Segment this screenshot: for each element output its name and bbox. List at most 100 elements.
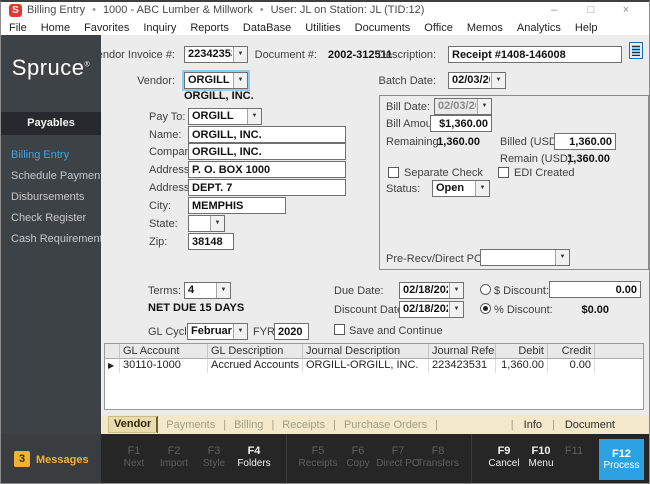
batch-date-picker[interactable]: 02/03/2020▼: [448, 72, 506, 89]
chevron-down-icon[interactable]: ▼: [449, 283, 463, 298]
sidebar-item-schedule-payments[interactable]: Schedule Payments: [1, 166, 109, 187]
remaining-value: 1,360.00: [437, 136, 480, 148]
fkey-f4-folders[interactable]: F4 Folders: [232, 445, 276, 475]
notes-list-icon[interactable]: [629, 42, 643, 59]
city-input[interactable]: [188, 197, 286, 214]
tab-document[interactable]: Document: [565, 419, 615, 431]
grid-data-row[interactable]: ▶ 30110-1000 Accrued Accounts Payable OR…: [105, 359, 643, 373]
chevron-down-icon[interactable]: ▼: [233, 73, 247, 88]
batch-date-label: Batch Date:: [378, 75, 436, 87]
menu-reports[interactable]: Reports: [190, 22, 229, 34]
bill-date-picker: 02/03/2020▼: [434, 98, 492, 115]
billed-usd-input[interactable]: [554, 133, 616, 150]
menu-memos[interactable]: Memos: [467, 22, 503, 34]
tab-separator: |: [333, 418, 336, 431]
fkey-f1-next: F1 Next: [123, 445, 145, 469]
chevron-down-icon[interactable]: ▼: [555, 250, 569, 265]
bill-amount-input[interactable]: [430, 115, 492, 132]
grid-selector-header: [105, 344, 120, 358]
fkey-f2-import: F2 Import: [159, 445, 189, 469]
dollar-discount-input[interactable]: [549, 281, 641, 298]
edi-created-checkbox[interactable]: [498, 167, 509, 178]
f12-process-button[interactable]: F12 Process: [599, 439, 644, 480]
chevron-down-icon[interactable]: ▼: [216, 283, 230, 298]
percent-discount-value: $0.00: [581, 304, 609, 316]
tab-purchase-orders[interactable]: Purchase Orders: [344, 419, 427, 431]
gl-cycle-combo[interactable]: February▼: [187, 323, 248, 340]
chevron-down-icon[interactable]: ▼: [247, 109, 261, 124]
tab-billing[interactable]: Billing: [234, 419, 263, 431]
tab-info[interactable]: Info: [524, 419, 542, 431]
chevron-down-icon[interactable]: ▼: [475, 181, 489, 196]
menu-database[interactable]: DataBase: [243, 22, 291, 34]
address2-input[interactable]: [188, 179, 346, 196]
minimize-icon[interactable]: –: [543, 2, 565, 19]
menu-help[interactable]: Help: [575, 22, 598, 34]
discount-date-picker[interactable]: 02/18/2020▼: [399, 301, 464, 318]
messages-panel[interactable]: 3 Messages: [1, 434, 101, 483]
fkey-f5-receipts: F5 Receipts: [298, 445, 338, 469]
menu-file[interactable]: File: [9, 22, 27, 34]
state-label: State:: [149, 218, 178, 230]
chevron-down-icon[interactable]: ▼: [233, 47, 247, 62]
row-selector-icon[interactable]: ▶: [105, 359, 120, 373]
menu-documents[interactable]: Documents: [355, 22, 411, 34]
chevron-down-icon[interactable]: ▼: [233, 324, 247, 339]
sidebar-item-cash-requirements[interactable]: Cash Requirements: [1, 229, 108, 250]
state-combo[interactable]: ▼: [188, 215, 225, 232]
vendor-combo[interactable]: ORGILL ▼: [184, 72, 248, 89]
spruce-logo: Spruce®: [11, 55, 91, 80]
menu-home[interactable]: Home: [41, 22, 70, 34]
sidebar-item-billing-entry[interactable]: Billing Entry: [1, 145, 101, 166]
address1-input[interactable]: [188, 161, 346, 178]
chevron-down-icon[interactable]: ▼: [449, 302, 463, 317]
chevron-down-icon[interactable]: ▼: [491, 73, 505, 88]
sidebar-item-disbursements[interactable]: Disbursements: [1, 187, 101, 208]
city-label: City:: [149, 200, 171, 212]
separate-check-checkbox[interactable]: [388, 167, 399, 178]
grid-col-gl-description[interactable]: GL Description: [208, 344, 303, 358]
pay-to-combo[interactable]: ORGILL ▼: [188, 108, 262, 125]
percent-discount-radio[interactable]: [480, 303, 491, 314]
fyr-input[interactable]: [274, 323, 309, 340]
grid-col-debit[interactable]: Debit: [496, 344, 548, 358]
cell-credit[interactable]: 0.00: [548, 359, 595, 373]
maximize-icon[interactable]: □: [580, 2, 602, 19]
cell-gl-account[interactable]: 30110-1000: [120, 359, 208, 373]
menu-inquiry[interactable]: Inquiry: [143, 22, 176, 34]
bill-date-label: Bill Date:: [386, 101, 431, 113]
vendor-label: Vendor:: [137, 75, 175, 87]
pre-recv-po-combo[interactable]: ▼: [480, 249, 570, 266]
status-combo[interactable]: Open ▼: [432, 180, 490, 197]
close-icon[interactable]: ×: [615, 2, 637, 19]
tab-receipts[interactable]: Receipts: [282, 419, 325, 431]
grid-col-gl-account[interactable]: GL Account: [120, 344, 208, 358]
tab-payments[interactable]: Payments: [166, 419, 215, 431]
dollar-discount-radio[interactable]: [480, 284, 491, 295]
menu-favorites[interactable]: Favorites: [84, 22, 129, 34]
terms-label: Terms:: [148, 285, 181, 297]
grid-col-journal-description[interactable]: Journal Description: [303, 344, 429, 358]
terms-combo[interactable]: 4 ▼: [184, 282, 231, 299]
edi-created-label: EDI Created: [514, 167, 575, 179]
grid-col-journal-reference[interactable]: Journal Reference: [429, 344, 496, 358]
grid-col-credit[interactable]: Credit: [548, 344, 595, 358]
description-input[interactable]: [448, 46, 622, 63]
cell-journal-description[interactable]: ORGILL-ORGILL, INC.: [303, 359, 429, 373]
vendor-invoice-combo[interactable]: 223423531▼: [184, 46, 248, 63]
company-input[interactable]: [188, 143, 346, 160]
message-count-badge: 3: [14, 451, 30, 467]
menu-analytics[interactable]: Analytics: [517, 22, 561, 34]
cell-gl-description[interactable]: Accrued Accounts Payable: [208, 359, 303, 373]
cell-journal-reference[interactable]: 223423531: [429, 359, 496, 373]
zip-input[interactable]: [188, 233, 234, 250]
due-date-picker[interactable]: 02/18/2020▼: [399, 282, 464, 299]
tab-vendor[interactable]: Vendor: [108, 416, 159, 433]
name-input[interactable]: [188, 126, 346, 143]
sidebar-item-check-register[interactable]: Check Register: [1, 208, 101, 229]
menu-office[interactable]: Office: [424, 22, 453, 34]
cell-debit[interactable]: 1,360.00: [496, 359, 548, 373]
save-and-continue-checkbox[interactable]: [334, 324, 345, 335]
chevron-down-icon[interactable]: ▼: [210, 216, 224, 231]
menu-utilities[interactable]: Utilities: [305, 22, 340, 34]
